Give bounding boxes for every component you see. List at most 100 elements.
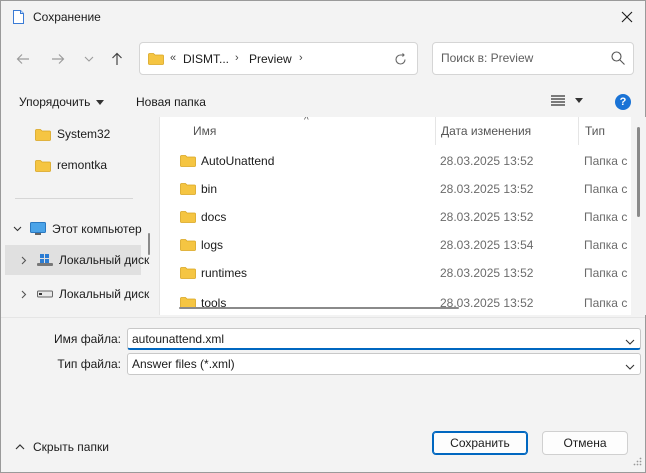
folder-icon bbox=[180, 266, 196, 282]
new-folder-button[interactable]: Новая папка bbox=[136, 95, 206, 109]
file-type: Папка с bbox=[584, 154, 628, 168]
back-button[interactable] bbox=[11, 47, 35, 71]
folder-icon bbox=[180, 296, 196, 312]
filetype-label: Тип файла: bbox=[57, 357, 121, 371]
up-button[interactable] bbox=[105, 47, 129, 71]
address-bar[interactable]: « DISMT... › Preview › bbox=[139, 42, 418, 75]
computer-icon bbox=[30, 222, 46, 236]
window-title: Сохранение bbox=[33, 10, 101, 24]
nav-item-label: Локальный диск bbox=[59, 287, 150, 301]
folder-icon bbox=[180, 210, 196, 226]
refresh-icon bbox=[394, 52, 406, 65]
save-button[interactable]: Сохранить bbox=[432, 431, 528, 455]
column-header-date[interactable]: Дата изменения bbox=[441, 117, 531, 145]
cancel-button[interactable]: Отмена bbox=[542, 431, 628, 455]
chevron-right-icon[interactable] bbox=[21, 290, 27, 299]
nav-item-this-pc[interactable]: Этот компьютер bbox=[1, 214, 148, 244]
file-name: AutoUnattend bbox=[201, 154, 275, 168]
file-row[interactable]: tools 28.03.2025 13:52 Папка с bbox=[160, 289, 631, 315]
file-list: ^ Имя Дата изменения Тип AutoUnattend 28… bbox=[159, 117, 631, 315]
folder-icon bbox=[35, 159, 51, 172]
file-row[interactable]: AutoUnattend 28.03.2025 13:52 Папка с bbox=[160, 147, 631, 175]
help-button[interactable]: ? bbox=[615, 94, 631, 110]
column-header-type[interactable]: Тип bbox=[585, 117, 605, 145]
filename-input[interactable] bbox=[132, 332, 612, 346]
arrow-up-icon bbox=[112, 52, 122, 65]
file-row[interactable]: runtimes 28.03.2025 13:52 Папка с bbox=[160, 259, 631, 287]
folder-icon bbox=[180, 154, 196, 170]
chevron-down-icon bbox=[84, 56, 94, 62]
nav-item-system32[interactable]: System32 bbox=[1, 119, 148, 149]
windows-drive-icon bbox=[37, 254, 53, 266]
column-header-name[interactable]: Имя bbox=[193, 117, 216, 145]
chevron-right-icon[interactable] bbox=[21, 256, 27, 265]
folder-icon bbox=[180, 238, 196, 254]
file-date: 28.03.2025 13:52 bbox=[440, 266, 534, 280]
chevron-up-icon bbox=[15, 444, 25, 450]
file-row[interactable]: bin 28.03.2025 13:52 Папка с bbox=[160, 175, 631, 203]
filename-label: Имя файла: bbox=[54, 332, 121, 346]
nav-divider bbox=[15, 198, 133, 199]
close-icon bbox=[621, 11, 633, 23]
file-name: bin bbox=[201, 182, 218, 196]
resize-grip-icon[interactable] bbox=[633, 455, 642, 469]
breadcrumb-overflow[interactable]: « bbox=[170, 52, 176, 64]
column-separator[interactable] bbox=[435, 117, 436, 145]
organize-label: Упорядочить bbox=[19, 95, 91, 109]
file-row[interactable]: logs 28.03.2025 13:54 Папка с bbox=[160, 231, 631, 259]
file-name: docs bbox=[201, 210, 227, 224]
chevron-down-icon[interactable] bbox=[625, 334, 635, 348]
nav-item-remontka[interactable]: remontka bbox=[1, 150, 148, 180]
file-name: logs bbox=[201, 238, 224, 252]
file-date: 28.03.2025 13:52 bbox=[440, 210, 534, 224]
filename-combobox[interactable] bbox=[127, 328, 641, 350]
breadcrumb-preview[interactable]: Preview bbox=[249, 52, 292, 66]
breadcrumb-dismtools[interactable]: DISMT... bbox=[183, 52, 229, 66]
file-type: Папка с bbox=[584, 182, 628, 196]
recent-locations-button[interactable] bbox=[77, 47, 101, 71]
search-box[interactable] bbox=[432, 42, 634, 75]
drive-icon bbox=[37, 290, 53, 298]
file-date: 28.03.2025 13:54 bbox=[440, 238, 534, 252]
file-list-hscrollbar-thumb[interactable] bbox=[179, 307, 459, 309]
nav-item-label: Этот компьютер bbox=[52, 222, 142, 236]
file-name: runtimes bbox=[201, 266, 248, 280]
filetype-value: Answer files (*.xml) bbox=[132, 357, 235, 371]
file-type: Папка с bbox=[584, 238, 628, 252]
sort-ascending-icon: ^ bbox=[304, 117, 309, 126]
refresh-button[interactable] bbox=[390, 50, 410, 68]
hide-folders-button[interactable]: Скрыть папки bbox=[15, 440, 109, 454]
search-input[interactable] bbox=[441, 51, 601, 65]
chevron-down-icon bbox=[625, 359, 635, 373]
title-bar: Сохранение bbox=[1, 1, 645, 33]
file-date: 28.03.2025 13:52 bbox=[440, 182, 534, 196]
file-type: Папка с bbox=[584, 210, 628, 224]
arrow-right-icon bbox=[52, 54, 65, 64]
view-options-button[interactable] bbox=[551, 95, 583, 106]
nav-item-local-disk-d[interactable]: Локальный диск bbox=[5, 279, 149, 309]
list-view-icon bbox=[551, 95, 565, 106]
caret-down-icon bbox=[575, 98, 583, 103]
organize-button[interactable]: Упорядочить bbox=[19, 95, 105, 109]
file-list-scrollbar-thumb[interactable] bbox=[637, 127, 640, 217]
arrow-left-icon bbox=[16, 54, 29, 64]
nav-item-label: remontka bbox=[57, 158, 108, 172]
breadcrumb-separator-icon: › bbox=[235, 52, 239, 64]
file-type: Папка с bbox=[584, 266, 628, 280]
save-dialog: Сохранение « DISMT... › Preview › Поиск … bbox=[0, 0, 646, 473]
folder-icon bbox=[180, 182, 196, 198]
file-row[interactable]: docs 28.03.2025 13:52 Папка с bbox=[160, 203, 631, 231]
close-button[interactable] bbox=[609, 1, 645, 33]
expand-chevron-icon[interactable] bbox=[13, 226, 22, 232]
nav-item-local-disk-c[interactable]: Локальный диск bbox=[5, 245, 149, 275]
navigation-pane: System32 remontka Этот компьютер Локальн… bbox=[1, 117, 158, 317]
filetype-select[interactable]: Answer files (*.xml) bbox=[127, 353, 641, 375]
folder-icon bbox=[35, 128, 51, 141]
folder-icon bbox=[148, 52, 164, 68]
search-icon bbox=[611, 51, 625, 68]
nav-scrollbar-thumb[interactable] bbox=[148, 233, 150, 255]
forward-button[interactable] bbox=[46, 47, 70, 71]
caret-down-icon bbox=[96, 99, 105, 105]
document-icon bbox=[13, 10, 24, 24]
column-separator[interactable] bbox=[578, 117, 579, 145]
